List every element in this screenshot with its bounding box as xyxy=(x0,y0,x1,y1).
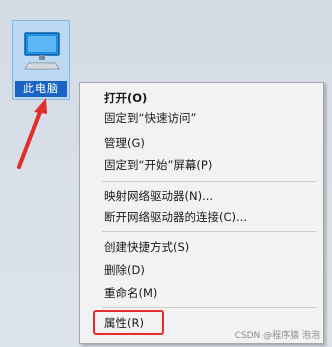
this-pc-desktop-icon[interactable]: 此电脑 xyxy=(12,20,70,100)
desktop: 此电脑 打开(O) 固定到“快速访问” 管理(G) 固定到“开始”屏幕(P) 映… xyxy=(0,0,332,347)
menu-item-open[interactable]: 打开(O) xyxy=(80,88,323,108)
menu-separator xyxy=(102,231,317,232)
menu-item-rename[interactable]: 重命名(M) xyxy=(80,283,323,303)
menu-item-manage[interactable]: 管理(G) xyxy=(80,133,323,153)
menu-item-map-network-drive[interactable]: 映射网络驱动器(N)... xyxy=(80,186,323,206)
menu-item-disconnect-network-drive[interactable]: 断开网络驱动器的连接(C)... xyxy=(80,207,323,227)
properties-highlight-box xyxy=(93,310,164,335)
menu-separator xyxy=(102,307,317,308)
context-menu: 打开(O) 固定到“快速访问” 管理(G) 固定到“开始”屏幕(P) 映射网络驱… xyxy=(79,82,324,344)
menu-item-pin-start[interactable]: 固定到“开始”屏幕(P) xyxy=(80,155,323,175)
this-pc-label: 此电脑 xyxy=(15,81,67,97)
watermark: CSDN @程序猿 泡泡 xyxy=(234,331,320,341)
menu-item-pin-quick-access[interactable]: 固定到“快速访问” xyxy=(80,108,323,128)
menu-item-create-shortcut[interactable]: 创建快捷方式(S) xyxy=(80,237,323,257)
menu-item-delete[interactable]: 删除(D) xyxy=(80,260,323,280)
computer-icon xyxy=(24,32,60,70)
menu-separator xyxy=(102,181,317,182)
